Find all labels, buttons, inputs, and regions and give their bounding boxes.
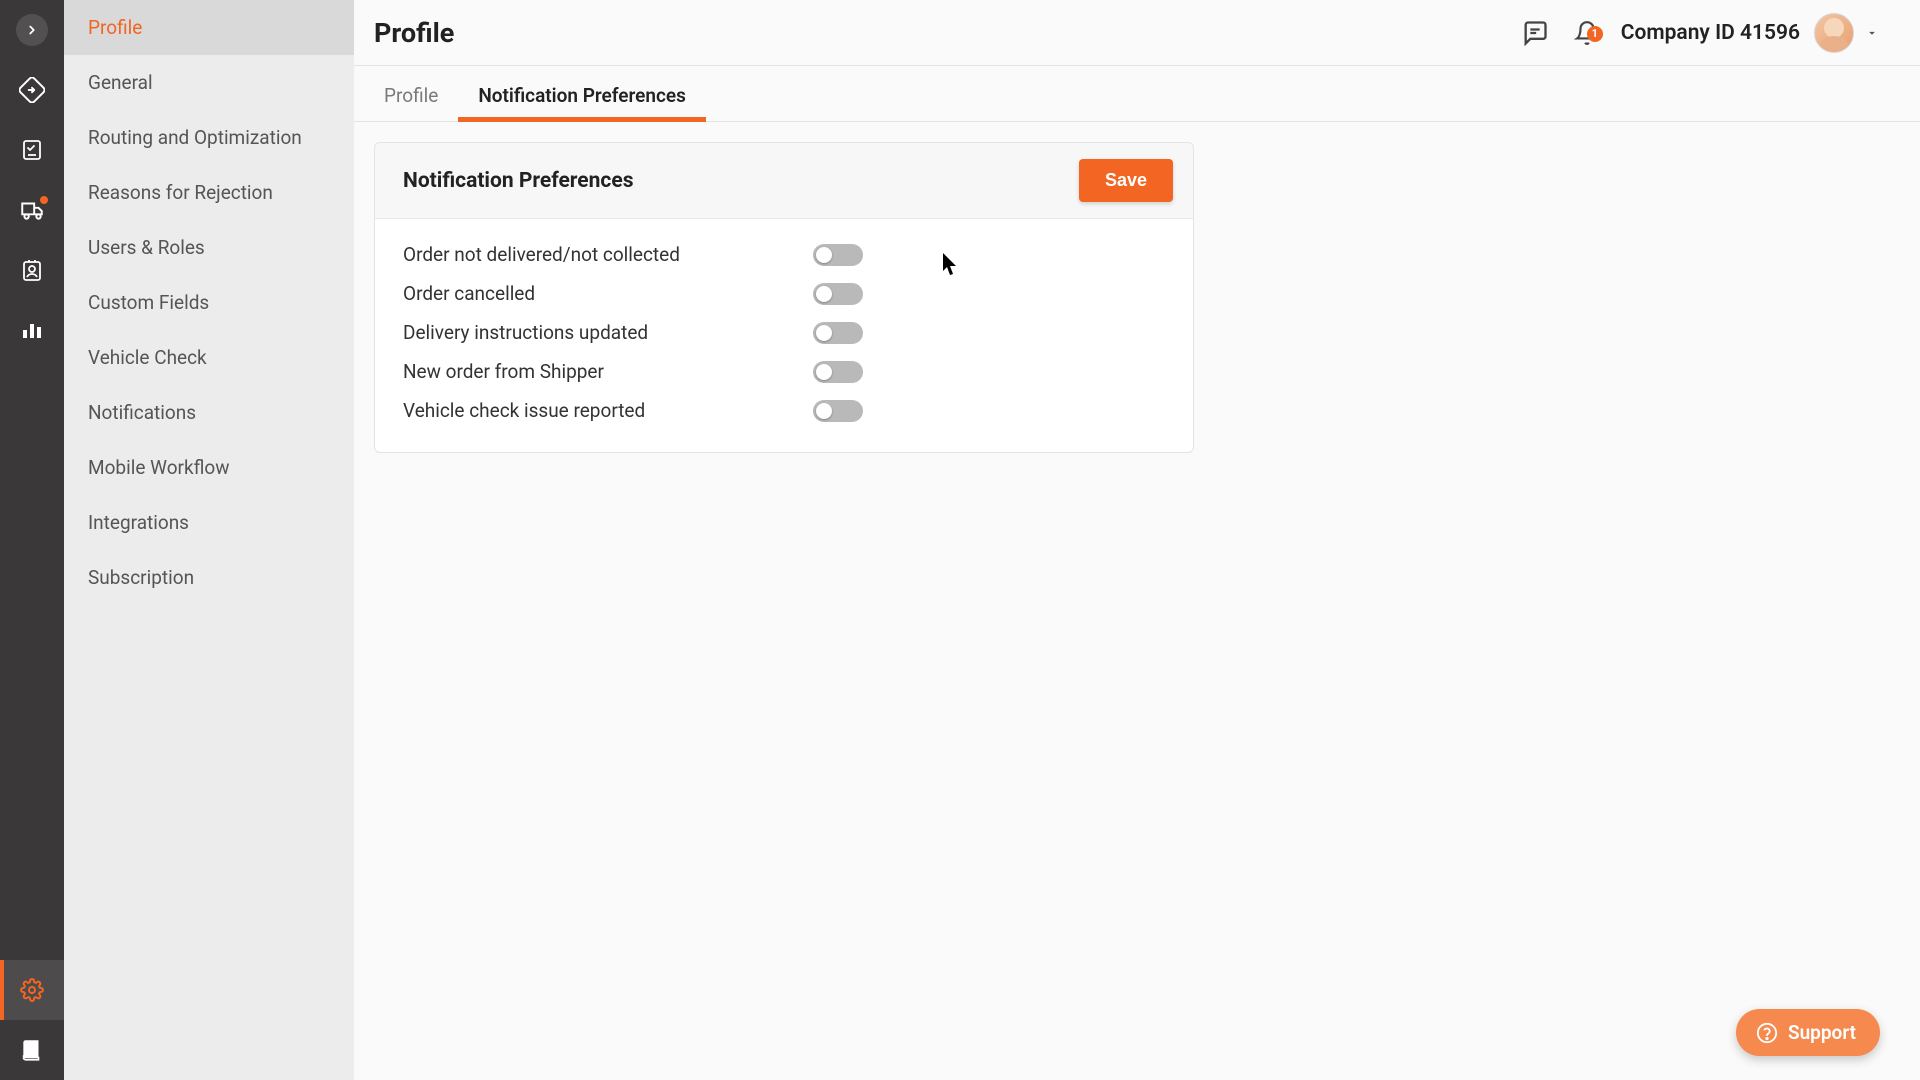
card-header: Notification Preferences Save <box>375 143 1193 219</box>
tab-profile[interactable]: Profile <box>374 66 448 121</box>
sidebar-item-rejection[interactable]: Reasons for Rejection <box>64 165 354 220</box>
chevron-right-icon <box>25 23 39 37</box>
sidebar-item-profile[interactable]: Profile <box>64 0 354 55</box>
sidebar-item-users-roles[interactable]: Users & Roles <box>64 220 354 275</box>
sidebar-item-mobile-workflow[interactable]: Mobile Workflow <box>64 440 354 495</box>
sidebar-item-notifications[interactable]: Notifications <box>64 385 354 440</box>
rail-fleet[interactable] <box>0 180 64 240</box>
rail-help[interactable] <box>0 1020 64 1080</box>
settings-sidebar: Profile General Routing and Optimization… <box>64 0 354 1080</box>
toggle-new-order[interactable] <box>813 361 863 383</box>
rail-orders[interactable] <box>0 120 64 180</box>
sidebar-item-general[interactable]: General <box>64 55 354 110</box>
pref-row: Order not delivered/not collected <box>403 235 1165 274</box>
sidebar-item-integrations[interactable]: Integrations <box>64 495 354 550</box>
page-title: Profile <box>374 17 454 49</box>
sidebar-item-custom-fields[interactable]: Custom Fields <box>64 275 354 330</box>
main-area: Profile 1 Company ID 41596 Profile Notif… <box>354 0 1920 1080</box>
notification-preferences-card: Notification Preferences Save Order not … <box>374 142 1194 453</box>
notifications-button[interactable]: 1 <box>1561 20 1613 46</box>
company-id-label: Company ID 41596 <box>1621 21 1800 45</box>
pref-label: Delivery instructions updated <box>403 321 813 344</box>
toggle-order-cancelled[interactable] <box>813 283 863 305</box>
rail-settings[interactable] <box>0 960 64 1020</box>
rail-routes[interactable] <box>0 60 64 120</box>
save-button[interactable]: Save <box>1079 159 1173 202</box>
contact-card-icon <box>20 258 44 282</box>
pref-label: Vehicle check issue reported <box>403 399 813 422</box>
gear-icon <box>20 978 44 1002</box>
rail-expand[interactable] <box>0 0 64 60</box>
topbar: Profile 1 Company ID 41596 <box>354 0 1920 66</box>
help-circle-icon <box>1756 1022 1778 1044</box>
rail-fleet-badge <box>38 194 50 206</box>
rail-analytics[interactable] <box>0 300 64 360</box>
pref-label: New order from Shipper <box>403 360 813 383</box>
support-button[interactable]: Support <box>1736 1009 1880 1056</box>
avatar[interactable] <box>1814 13 1854 53</box>
sidebar-item-subscription[interactable]: Subscription <box>64 550 354 605</box>
checklist-icon <box>20 138 44 162</box>
pref-label: Order not delivered/not collected <box>403 243 813 266</box>
pref-row: Order cancelled <box>403 274 1165 313</box>
pref-label: Order cancelled <box>403 282 813 305</box>
bar-chart-icon <box>20 318 44 342</box>
sidebar-item-vehicle-check[interactable]: Vehicle Check <box>64 330 354 385</box>
tabs: Profile Notification Preferences <box>354 66 1920 122</box>
pref-row: New order from Shipper <box>403 352 1165 391</box>
route-sign-icon <box>19 77 45 103</box>
bell-badge: 1 <box>1587 26 1603 42</box>
icon-rail <box>0 0 64 1080</box>
card-title: Notification Preferences <box>403 169 634 193</box>
chat-icon <box>1521 19 1549 47</box>
tab-notification-preferences[interactable]: Notification Preferences <box>468 66 696 121</box>
account-menu-button[interactable] <box>1854 26 1890 40</box>
content: Notification Preferences Save Order not … <box>354 122 1920 473</box>
sidebar-item-routing[interactable]: Routing and Optimization <box>64 110 354 165</box>
support-label: Support <box>1788 1021 1856 1044</box>
toggle-vehicle-check-issue[interactable] <box>813 400 863 422</box>
pref-row: Delivery instructions updated <box>403 313 1165 352</box>
caret-down-icon <box>1865 26 1879 40</box>
toggle-delivery-instructions[interactable] <box>813 322 863 344</box>
preferences-body: Order not delivered/not collected Order … <box>375 219 1193 452</box>
toggle-order-not-delivered[interactable] <box>813 244 863 266</box>
messages-button[interactable] <box>1509 19 1561 47</box>
rail-users[interactable] <box>0 240 64 300</box>
pref-row: Vehicle check issue reported <box>403 391 1165 430</box>
book-icon <box>19 1037 45 1063</box>
